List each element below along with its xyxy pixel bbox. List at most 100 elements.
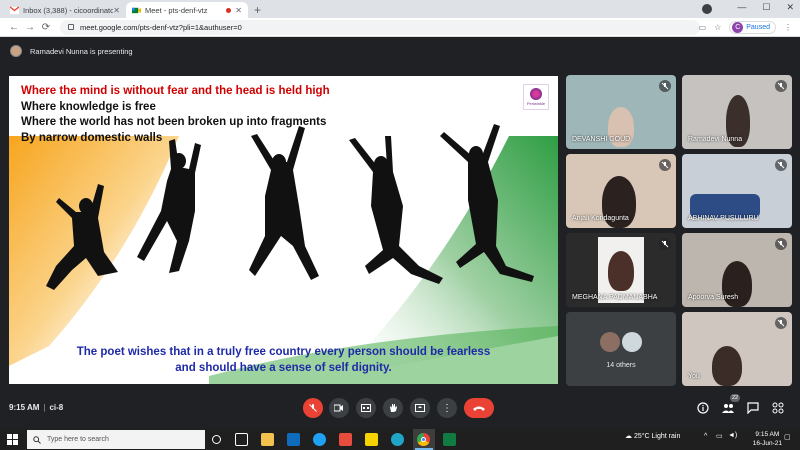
gmail-icon [10, 5, 19, 14]
weather-widget[interactable]: ☁ 25°C Light rain [625, 432, 680, 440]
maximize-button[interactable]: ☐ [762, 2, 770, 13]
close-icon[interactable]: ✕ [113, 6, 120, 15]
taskbar-search-box[interactable]: Type here to search [27, 430, 205, 449]
browser-toolbar: ← → ⟳ meet.google.com/pts-denf-vtz?pli=1… [0, 18, 800, 37]
mic-off-icon [659, 80, 671, 92]
cortana-icon[interactable] [212, 435, 221, 444]
mic-toggle-button[interactable] [303, 398, 323, 418]
minimize-button[interactable]: — [737, 2, 746, 13]
participant-name: DEVANSHI GOUD [572, 136, 631, 143]
chevron-up-icon[interactable]: ^ [704, 433, 707, 440]
camera-toggle-button[interactable] [329, 398, 349, 418]
mic-off-icon [659, 159, 671, 171]
windows-start-icon[interactable] [7, 434, 18, 445]
participant-name: ABHINAV PUSULURU [688, 215, 759, 222]
lock-icon [68, 24, 74, 30]
participant-name: Apoorva Suresh [688, 294, 739, 301]
participant-video [712, 346, 742, 386]
participant-name: You [688, 373, 700, 380]
window-close-button[interactable]: ✕ [786, 2, 794, 13]
network-icon[interactable]: ▭ [716, 432, 723, 440]
clock-time: 9:15 AM [755, 431, 780, 438]
caption-line: and should have a sense of self dignity. [175, 362, 392, 374]
present-button[interactable] [410, 398, 430, 418]
people-icon[interactable] [722, 402, 734, 414]
sticky-notes-icon[interactable] [365, 433, 378, 446]
excel-icon[interactable] [443, 433, 456, 446]
weather-text: 25°C Light rain [633, 433, 681, 440]
mic-off-icon [775, 159, 787, 171]
camera-icon [334, 404, 343, 412]
presenting-label: Ramadevi Nunna is presenting [30, 46, 133, 56]
edge-legacy-icon[interactable] [313, 433, 326, 446]
raise-hand-button[interactable] [383, 398, 403, 418]
chrome-taskbar-button[interactable] [413, 429, 435, 450]
screen: Inbox (3,388) - cicoordinator@ ✕ Meet - … [0, 0, 800, 450]
avatar [622, 332, 642, 352]
address-bar[interactable]: meet.google.com/pts-denf-vtz?pli=1&authu… [60, 19, 700, 35]
participant-tile[interactable]: Apoorva Suresh [682, 233, 792, 307]
outlook-icon[interactable] [287, 433, 300, 446]
task-view-icon[interactable] [235, 433, 248, 446]
self-tile[interactable]: You [682, 312, 792, 386]
tab-title: Inbox (3,388) - cicoordinator@ [23, 5, 114, 15]
meeting-code[interactable]: ci-8 [49, 403, 63, 412]
profile-button[interactable]: C Paused [729, 21, 776, 34]
logo-text: Periwinkle [526, 101, 546, 106]
activities-icon[interactable] [772, 402, 784, 414]
window-controls: — ☐ ✕ [737, 2, 794, 13]
mic-off-icon [775, 80, 787, 92]
participant-name: Ramadevi Nunna [688, 136, 743, 143]
avatar [600, 332, 620, 352]
tab-gmail[interactable]: Inbox (3,388) - cicoordinator@ ✕ [4, 2, 126, 18]
notifications-icon[interactable]: ▢ [784, 433, 791, 441]
new-tab-button[interactable]: + [254, 2, 261, 18]
camera-in-use-icon[interactable]: ▭ [699, 23, 707, 32]
info-icon[interactable] [697, 402, 709, 414]
mic-off-icon [309, 404, 317, 412]
back-button[interactable]: ← [6, 22, 22, 33]
reload-button[interactable]: ⟳ [38, 22, 54, 33]
meeting-info: 9:15 AM | ci-8 [9, 403, 64, 412]
volume-icon[interactable]: ◄) [728, 432, 737, 439]
presenting-banner: Ramadevi Nunna is presenting [10, 45, 133, 57]
participant-name: Anjali Kondagunta [572, 215, 629, 222]
poem-line: Where the mind is without fear and the h… [21, 85, 330, 97]
captions-icon [361, 404, 371, 412]
bookmark-star-icon[interactable]: ☆ [714, 23, 721, 32]
mic-off-icon [775, 317, 787, 329]
others-tile[interactable]: 14 others [566, 312, 676, 386]
browser-tab-strip: Inbox (3,388) - cicoordinator@ ✕ Meet - … [0, 0, 800, 18]
participant-name: MEGHANA PADMANABHA [572, 294, 658, 301]
poem-line: Where knowledge is free [21, 100, 156, 113]
captions-button[interactable] [356, 398, 376, 418]
more-options-button[interactable]: ⋮ [437, 398, 457, 418]
system-clock[interactable]: 9:15 AM 16-Jun-21 [753, 431, 782, 448]
poem-line: Where the world has not been broken up i… [21, 116, 327, 128]
tab-meet[interactable]: Meet - pts-denf-vtz ✕ [126, 2, 248, 18]
poem-line: By narrow domestic walls [21, 131, 163, 144]
menu-icon[interactable]: ⋮ [784, 23, 792, 32]
more-vert-icon: ⋮ [442, 402, 452, 414]
meeting-time: 9:15 AM [9, 403, 40, 412]
participant-tile[interactable]: Ramadevi Nunna [682, 75, 792, 149]
participant-face [608, 251, 634, 291]
forward-button[interactable]: → [22, 22, 38, 33]
file-explorer-icon[interactable] [261, 433, 274, 446]
participant-tile[interactable]: DEVANSHI GOUD [566, 75, 676, 149]
meet-main: Ramadevi Nunna is presenting Where the m… [0, 37, 800, 429]
clock-date: 16-Jun-21 [752, 439, 782, 447]
slide-caption: The poet wishes that in a truly free cou… [9, 344, 558, 376]
caption-line: The poet wishes that in a truly free cou… [76, 346, 491, 358]
participant-tile[interactable]: Anjali Kondagunta [566, 154, 676, 228]
participant-tile[interactable]: MEGHANA PADMANABHA [566, 233, 676, 307]
tab-search-icon[interactable] [702, 4, 712, 14]
close-icon[interactable]: ✕ [235, 6, 242, 15]
others-count: 14 others [606, 362, 636, 369]
app-icon[interactable] [339, 433, 352, 446]
chat-icon[interactable] [747, 402, 759, 414]
participant-tile[interactable]: ABHINAV PUSULURU [682, 154, 792, 228]
recording-dot-icon [226, 7, 232, 13]
leave-call-button[interactable] [464, 398, 494, 418]
edge-icon[interactable] [391, 433, 404, 446]
